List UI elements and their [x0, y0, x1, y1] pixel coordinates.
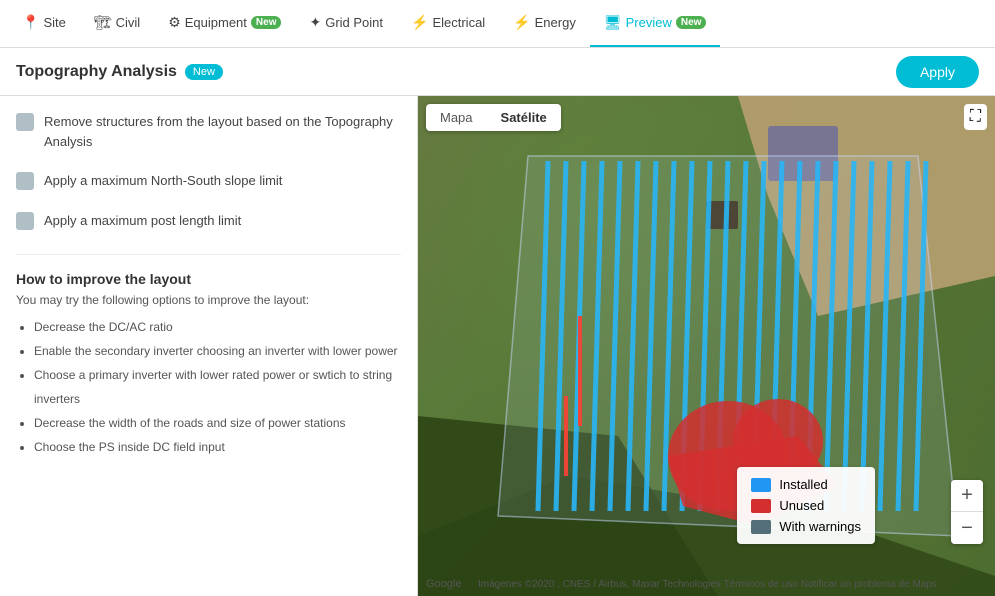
nav-label-gridpoint: Grid Point [325, 15, 383, 30]
map-panel: Mapa Satélite ⛶ Installed Unused With wa… [418, 96, 995, 596]
gridpoint-icon: ✦ [309, 14, 321, 31]
page-title-area: Topography Analysis New [16, 63, 896, 81]
improve-item-1: Decrease the DC/AC ratio [34, 315, 401, 339]
electrical-icon: ⚡ [411, 14, 428, 31]
toggle-row-1: Remove structures from the layout based … [16, 112, 401, 151]
legend-unus-color [751, 499, 771, 513]
legend-warn-color [751, 520, 771, 534]
equipment-badge: New [251, 16, 282, 29]
legend-unus-label: Unused [779, 498, 824, 513]
nav-item-electrical[interactable]: ⚡ Electrical [397, 0, 499, 47]
map-svg [418, 96, 995, 596]
page-title: Topography Analysis [16, 63, 177, 81]
improve-list: Decrease the DC/AC ratio Enable the seco… [16, 315, 401, 459]
site-icon: 📍 [22, 14, 39, 31]
google-label: Google [426, 578, 461, 590]
google-watermark: Google [426, 578, 461, 590]
legend-installed-2: Installed [751, 477, 861, 492]
nav-label-civil: Civil [116, 15, 141, 30]
equipment-icon: ⚙ [168, 14, 181, 31]
map-tab-mapa[interactable]: Mapa [426, 104, 487, 131]
nav-label-energy: Energy [535, 15, 576, 30]
nav-label-electrical: Electrical [432, 15, 485, 30]
toggle-text-2: Apply a maximum North-South slope limit [44, 171, 282, 191]
energy-icon: ⚡ [513, 14, 530, 31]
nav-label-equipment: Equipment [185, 15, 247, 30]
toggle-3[interactable] [16, 212, 34, 230]
nav-item-site[interactable]: 📍 Site [8, 0, 80, 47]
legend-warnings-2: With warnings [751, 519, 861, 534]
main-layout: Remove structures from the layout based … [0, 96, 995, 596]
top-navigation: 📍 Site 🏗 Civil ⚙ Equipment New ✦ Grid Po… [0, 0, 995, 48]
toggle-1[interactable] [16, 113, 34, 131]
improve-title: How to improve the layout [16, 271, 401, 287]
improve-intro: You may try the following options to imp… [16, 293, 401, 307]
sub-header: Topography Analysis New Apply [0, 48, 995, 96]
preview-badge: New [676, 16, 707, 29]
legend-unused-2: Unused [751, 498, 861, 513]
improve-item-4: Decrease the width of the roads and size… [34, 411, 401, 435]
map-fullscreen-button[interactable]: ⛶ [964, 104, 987, 130]
improve-item-3: Choose a primary inverter with lower rat… [34, 363, 401, 411]
apply-button[interactable]: Apply [896, 56, 979, 88]
zoom-out-button[interactable]: − [951, 512, 983, 544]
improve-section: How to improve the layout You may try th… [16, 254, 401, 459]
improve-item-2: Enable the secondary inverter choosing a… [34, 339, 401, 363]
nav-item-civil[interactable]: 🏗 Civil [80, 0, 154, 47]
improve-item-5: Choose the PS inside DC field input [34, 435, 401, 459]
toggle-text-3: Apply a maximum post length limit [44, 211, 241, 231]
left-panel: Remove structures from the layout based … [0, 96, 418, 596]
nav-item-energy[interactable]: ⚡ Energy [499, 0, 590, 47]
toggle-row-2: Apply a maximum North-South slope limit [16, 171, 401, 191]
toggle-row-3: Apply a maximum post length limit [16, 211, 401, 231]
nav-item-equipment[interactable]: ⚙ Equipment New [154, 0, 295, 47]
map-attribution: Imágenes ©2020 , CNES / Airbus, Maxar Te… [478, 579, 937, 590]
map-legend-positioned: Installed Unused With warnings [737, 467, 875, 544]
legend-warn-label: With warnings [779, 519, 861, 534]
map-tab-bar: Mapa Satélite [426, 104, 561, 131]
nav-item-gridpoint[interactable]: ✦ Grid Point [295, 0, 397, 47]
legend-inst-label: Installed [779, 477, 827, 492]
title-new-badge: New [185, 64, 223, 80]
zoom-controls: + − [951, 480, 983, 544]
toggle-2[interactable] [16, 172, 34, 190]
map-tab-satelite[interactable]: Satélite [487, 104, 561, 131]
legend-inst-color [751, 478, 771, 492]
toggle-text-1: Remove structures from the layout based … [44, 112, 401, 151]
zoom-in-button[interactable]: + [951, 480, 983, 512]
nav-item-preview[interactable]: 🖥 Preview New [590, 0, 721, 47]
nav-label-site: Site [43, 15, 65, 30]
nav-label-preview: Preview [626, 15, 672, 30]
preview-icon: 🖥 [604, 14, 622, 31]
civil-icon: 🏗 [94, 14, 112, 31]
